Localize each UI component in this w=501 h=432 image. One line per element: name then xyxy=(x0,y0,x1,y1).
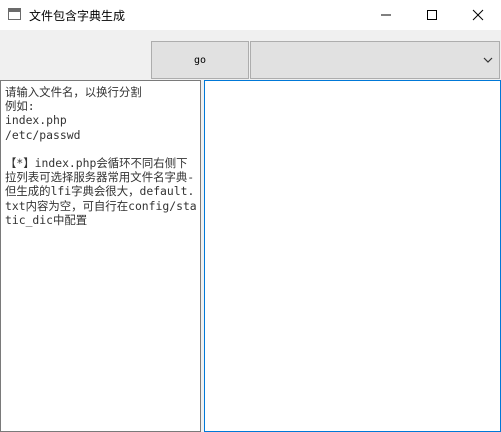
close-button[interactable] xyxy=(455,0,501,30)
maximize-button[interactable] xyxy=(409,0,455,30)
minimize-button[interactable] xyxy=(363,0,409,30)
window-app-icon xyxy=(8,8,21,20)
maximize-icon xyxy=(427,10,437,20)
minimize-icon xyxy=(381,14,391,16)
close-icon xyxy=(472,9,484,21)
input-textarea-content: 请输入文件名，以换行分割 例如: index.php /etc/passwd 【… xyxy=(5,85,197,227)
output-textarea[interactable] xyxy=(204,80,501,432)
toolbar: go xyxy=(0,30,501,80)
input-textarea[interactable]: 请输入文件名，以换行分割 例如: index.php /etc/passwd 【… xyxy=(0,80,201,432)
go-button[interactable]: go xyxy=(151,41,249,79)
dictionary-select[interactable] xyxy=(250,41,500,79)
chevron-down-icon xyxy=(483,57,493,63)
title-bar: 文件包含字典生成 xyxy=(0,0,501,30)
window-title: 文件包含字典生成 xyxy=(29,9,126,23)
